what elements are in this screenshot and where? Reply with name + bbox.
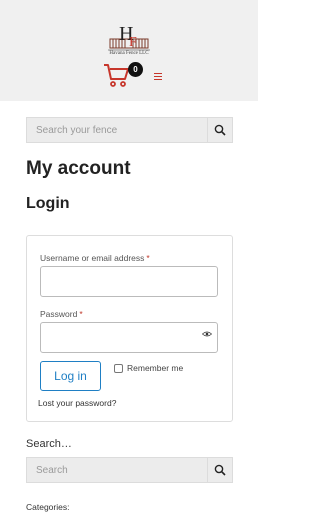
site-search-button[interactable]: [207, 118, 232, 142]
password-field[interactable]: [40, 322, 218, 353]
svg-text:F: F: [129, 35, 137, 50]
site-header: H F Havana Fence LLC 0: [0, 0, 258, 101]
remember-me[interactable]: Remember me: [114, 363, 183, 373]
username-field[interactable]: [40, 266, 218, 297]
remember-me-label: Remember me: [127, 363, 184, 373]
site-search-form: [26, 117, 233, 143]
categories-label: Categories:: [26, 502, 70, 512]
search-icon: [214, 124, 226, 136]
lost-password-link[interactable]: Lost your password?: [38, 398, 116, 408]
cart-count-badge: 0: [128, 62, 143, 77]
logo-text: Havana Fence LLC: [109, 51, 149, 56]
cart-icon[interactable]: [103, 61, 131, 89]
show-password-icon[interactable]: [202, 331, 212, 337]
sidebar-search-heading: Search…: [26, 438, 72, 450]
login-button[interactable]: Log in: [40, 361, 101, 391]
password-label: Password *: [40, 309, 83, 319]
search-icon: [214, 464, 226, 476]
sidebar-search-form: [26, 457, 233, 483]
page-title: My account: [26, 158, 131, 179]
username-label: Username or email address *: [40, 253, 150, 263]
hamburger-menu-icon[interactable]: [154, 73, 162, 80]
remember-me-checkbox[interactable]: [114, 363, 123, 373]
sidebar-search-input[interactable]: [27, 458, 208, 482]
sidebar-search-button[interactable]: [207, 458, 232, 482]
login-heading: Login: [26, 195, 70, 212]
site-search-input[interactable]: [27, 118, 208, 142]
